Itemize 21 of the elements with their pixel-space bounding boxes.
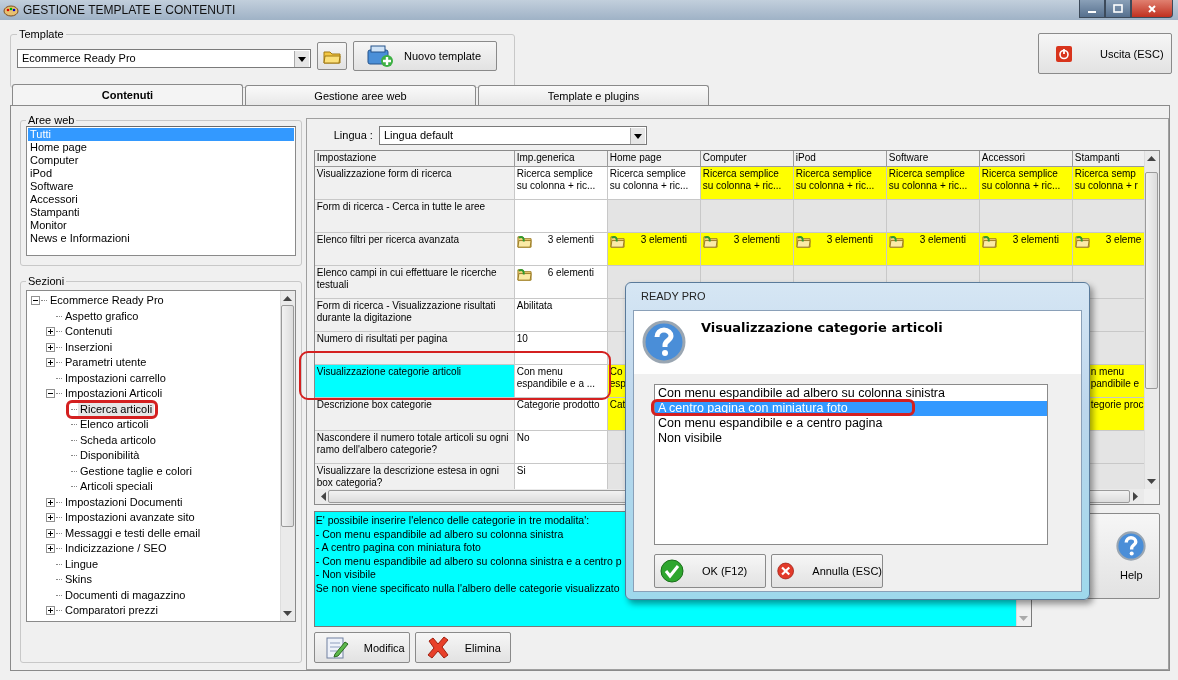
- item-count: 3 elementi: [919, 234, 966, 246]
- dialog-title: READY PRO: [640, 289, 707, 304]
- window-title: GESTIONE TEMPLATE E CONTENUTI: [23, 3, 236, 17]
- description-line: Se non viene specificato nulla l'albero delle categorie visualizzato: [315, 581, 620, 594]
- item-count: 3 elementi: [733, 234, 780, 246]
- description-line: - A centro pagina con miniatura foto: [315, 541, 481, 553]
- item-count: 6 elementi: [547, 267, 594, 279]
- dialog-heading: Visualizzazione categorie articoli: [701, 320, 943, 335]
- description-line: E' possibile inserire l'elenco delle categorie in tre modalita':: [315, 514, 590, 526]
- item-count: 3 elementi: [826, 234, 873, 246]
- item-count: 3 elementi: [640, 234, 687, 246]
- group-label: Sezioni: [27, 275, 66, 287]
- description-line: - Non visibile: [315, 568, 376, 580]
- description-line: - Con menu espandibile ad albero su colonna sinistra e a centro p: [315, 554, 622, 567]
- description-line: - Con menu espandibile ad albero su colonna sinistra: [315, 527, 564, 540]
- item-count: 3 elementi: [1012, 234, 1059, 246]
- language-label: Lingua :: [333, 129, 373, 141]
- item-count: 3 eleme: [1105, 234, 1142, 246]
- item-count: 3 elementi: [547, 234, 594, 246]
- group-label: Aree web: [27, 114, 76, 126]
- group-label: Template: [18, 28, 65, 40]
